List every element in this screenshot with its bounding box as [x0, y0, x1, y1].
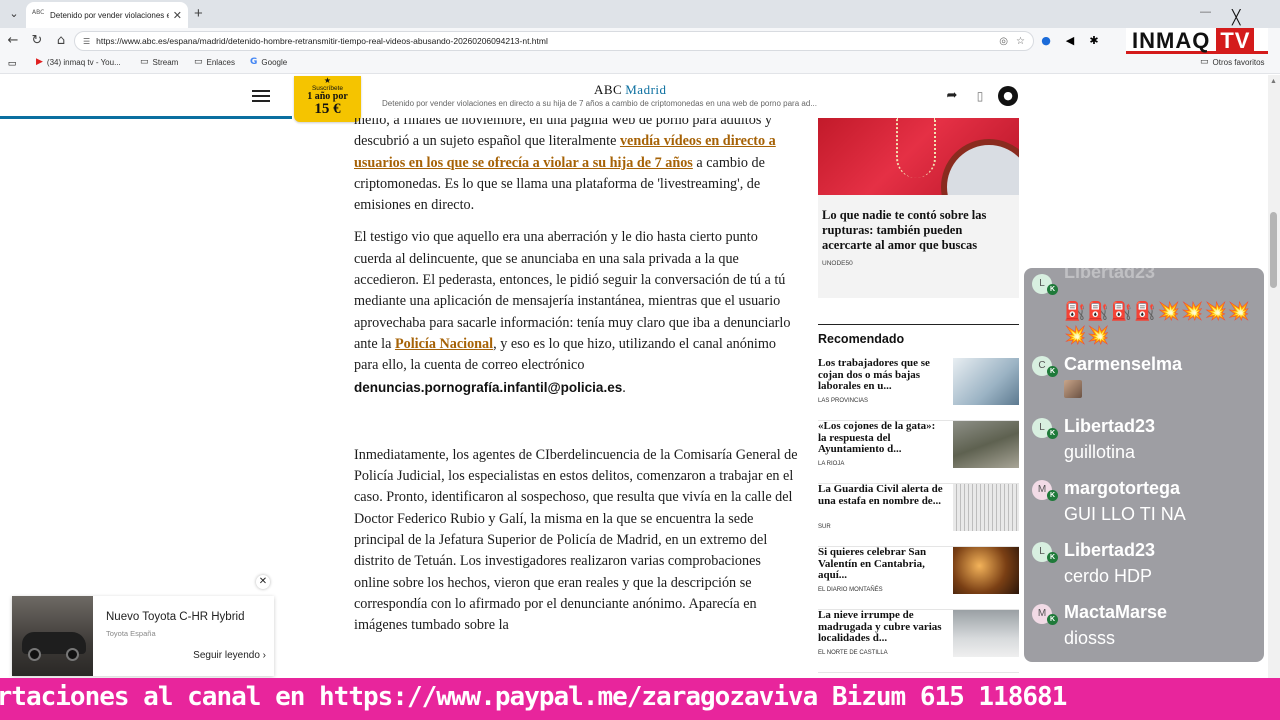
abc-favicon-icon: ABC	[32, 9, 45, 16]
minimize-icon[interactable]: —	[1200, 6, 1211, 18]
bookmark-enlaces[interactable]: ▭ Enlaces	[194, 57, 235, 67]
bookmarks-bar: ▭ ▶ (34) inmaq tv - You... ▭ Stream ▭ En…	[0, 54, 1280, 74]
ad-close-icon[interactable]: ✕	[256, 575, 270, 589]
page-scrollbar[interactable]	[1268, 75, 1280, 678]
article-paragraph: Inmediatamente, los agentes de CIberdeli…	[354, 446, 798, 634]
ticker-text: ortaciones al canal en https://www.paypa…	[0, 682, 1067, 712]
home-icon[interactable]: ⌂	[53, 33, 69, 49]
article-body: mello, a finales de noviembre, en una pá…	[354, 118, 798, 678]
chat-text: cerdo HDP	[1064, 566, 1153, 586]
chat-author: Libertad23	[1064, 540, 1156, 560]
article-paragraph: El testigo vio que aquello era una aberr…	[354, 229, 791, 396]
chat-text: guillotina	[1064, 442, 1136, 462]
chat-author: Libertad23	[1064, 268, 1156, 282]
share-icon[interactable]: ➦	[942, 86, 962, 106]
browser-navbar: ← ↻ ⌂ ☰ https://www.abc.es/espana/madrid…	[0, 28, 1280, 54]
ad-brand: Toyota España	[106, 629, 156, 638]
bookmark-youtube[interactable]: ▶ (34) inmaq tv - You...	[36, 57, 121, 67]
moderator-badge-icon: K	[1047, 614, 1058, 625]
recommended-thumbnail	[953, 547, 1019, 594]
extensions-puzzle-icon[interactable]: ✱	[1086, 33, 1102, 49]
chat-text: diosss	[1064, 628, 1116, 648]
recommended-item[interactable]: Si quieres celebrar San Valentín en Cant…	[818, 546, 1019, 610]
recommended-thumbnail	[953, 484, 1019, 531]
promo-image[interactable]	[818, 118, 1019, 195]
chat-author: Libertad23	[1064, 416, 1156, 436]
recommended-thumbnail	[953, 610, 1019, 657]
url-text: https://www.abc.es/espana/madrid/detenid…	[96, 36, 548, 46]
folder-icon: ▭	[1200, 57, 1209, 67]
tab-close-icon[interactable]: ✕	[173, 9, 182, 22]
new-tab-plus-icon[interactable]: +	[194, 5, 203, 22]
recommended-item[interactable]: La Guardia Civil alerta de una estafa en…	[818, 483, 1019, 547]
article-link-policia[interactable]: Policía Nacional	[395, 336, 493, 352]
recommended-thumbnail	[953, 358, 1019, 405]
browser-tabbar: ⌄ ABC Detenido por vender violaciones e …	[0, 0, 1280, 28]
moderator-badge-icon: K	[1047, 490, 1058, 501]
promo-title: Lo que nadie te contó sobre las rupturas…	[822, 208, 987, 252]
chat-author: margotortega	[1064, 478, 1181, 498]
menu-hamburger-icon[interactable]	[252, 90, 270, 102]
bookmark-google[interactable]: G Google	[250, 57, 287, 67]
star-icon: ★	[323, 76, 332, 85]
speaker-icon[interactable]: ◀	[1062, 33, 1078, 49]
moderator-badge-icon: K	[1047, 366, 1058, 377]
chat-author: MactaMarse	[1064, 602, 1168, 622]
youtube-icon: ▶	[36, 57, 43, 67]
bookmark-other-favorites[interactable]: ▭ Otros favoritos	[1200, 57, 1265, 67]
bookmark-icon[interactable]: ▯	[970, 86, 990, 106]
back-arrow-icon[interactable]: ←	[5, 33, 21, 49]
chat-text: GUI LLO TI NA	[1064, 504, 1186, 524]
moderator-badge-icon: K	[1047, 552, 1058, 563]
report-email: denuncias.pornografía.infantil@policia.e…	[354, 379, 623, 395]
scrollbar-thumb[interactable]	[1270, 212, 1277, 288]
live-chat-overlay: L K Libertad23 ⛽⛽⛽⛽💥💥💥💥 💥💥 C K Carmensel…	[1024, 268, 1264, 662]
header-article-title: Detenido por vender violaciones en direc…	[382, 99, 817, 108]
chat-text: ⛽⛽⛽⛽💥💥💥💥	[1064, 301, 1252, 322]
extension-icon[interactable]: ●	[1038, 33, 1054, 49]
abc-madrid-logo[interactable]: ABC Madrid	[594, 82, 667, 98]
chat-author: Carmenselma	[1064, 354, 1183, 374]
recommended-heading: Recomendado	[818, 332, 905, 346]
folder-icon: ▭	[140, 57, 149, 67]
tab-title: Detenido por vender violaciones e	[50, 10, 169, 20]
reader-mode-icon[interactable]: ◎	[999, 36, 1008, 47]
ad-car-image	[12, 596, 93, 676]
promo-card[interactable]: Lo que nadie te contó sobre las rupturas…	[818, 195, 1019, 298]
reading-list-icon[interactable]: ▭	[4, 56, 20, 72]
browser-tab-active[interactable]: ABC Detenido por vender violaciones e ✕	[26, 2, 188, 28]
inmaq-antenna-icon: ╳	[1232, 10, 1241, 26]
promo-source: UNODE50	[822, 260, 853, 267]
ad-read-more-link[interactable]: Seguir leyendo ›	[193, 650, 266, 661]
scroll-up-arrow-icon[interactable]: ▲	[1270, 78, 1277, 85]
site-info-icon[interactable]: ☰	[83, 37, 90, 46]
donation-ticker: ortaciones al canal en https://www.paypa…	[0, 678, 1280, 720]
address-bar[interactable]: ☰ https://www.abc.es/espana/madrid/deten…	[74, 31, 1034, 51]
tab-list-chevron-icon[interactable]: ⌄	[6, 6, 22, 22]
bookmark-stream[interactable]: ▭ Stream	[140, 57, 178, 67]
recommended-thumbnail	[953, 421, 1019, 468]
google-icon: G	[250, 57, 258, 67]
subscribe-badge[interactable]: ★ Suscríbete 1 año por 15 €	[294, 76, 361, 122]
recommended-item[interactable]: Los trabajadores que se cojan dos o más …	[818, 357, 1019, 421]
ad-title: Nuevo Toyota C-HR Hybrid	[106, 611, 245, 623]
reload-icon[interactable]: ↻	[29, 33, 45, 49]
article-paragraph: mello, a finales de noviembre, en una pá…	[354, 118, 776, 214]
moderator-badge-icon: K	[1047, 428, 1058, 439]
inmaq-tv-logo: INMAQ TV	[1126, 28, 1268, 54]
recommended-item[interactable]: «Los cojones de la gata»: la respuesta d…	[818, 420, 1019, 484]
user-account-icon[interactable]: ●	[998, 86, 1018, 106]
recommended-item[interactable]: La nieve irrumpe de madrugada y cubre va…	[818, 609, 1019, 673]
header-accent-line	[0, 116, 292, 119]
moderator-badge-icon: K	[1047, 284, 1058, 295]
divider	[818, 324, 1019, 325]
favorite-star-icon[interactable]: ☆	[1016, 36, 1025, 47]
folder-icon: ▭	[194, 57, 203, 67]
chat-sticker	[1064, 380, 1082, 403]
toyota-ad[interactable]: Nuevo Toyota C-HR Hybrid Toyota España S…	[12, 596, 274, 676]
